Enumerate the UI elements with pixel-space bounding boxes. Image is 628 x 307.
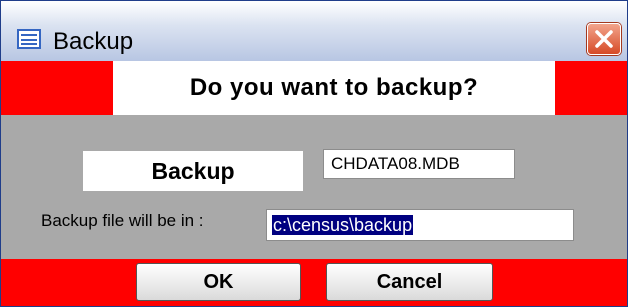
ok-button[interactable]: OK: [136, 263, 301, 301]
window-title: Backup: [53, 28, 134, 55]
close-button[interactable]: [587, 23, 621, 55]
location-label: Backup file will be in :: [41, 211, 204, 230]
cancel-button[interactable]: Cancel: [326, 263, 493, 301]
title-bar[interactable]: Backup: [1, 1, 627, 61]
backup-label: Backup: [83, 151, 303, 191]
close-icon: [595, 30, 613, 48]
question-heading: Do you want to backup?: [113, 61, 555, 115]
database-file-field[interactable]: CHDATA08.MDB: [323, 149, 515, 179]
backup-location-value: c:\census\backup: [272, 215, 414, 235]
backup-window: Backup Do you want to backup? Backup CHD…: [0, 0, 628, 307]
backup-location-field[interactable]: c:\census\backup: [266, 209, 574, 241]
footer-band: [1, 259, 627, 306]
form-icon: [17, 29, 41, 49]
